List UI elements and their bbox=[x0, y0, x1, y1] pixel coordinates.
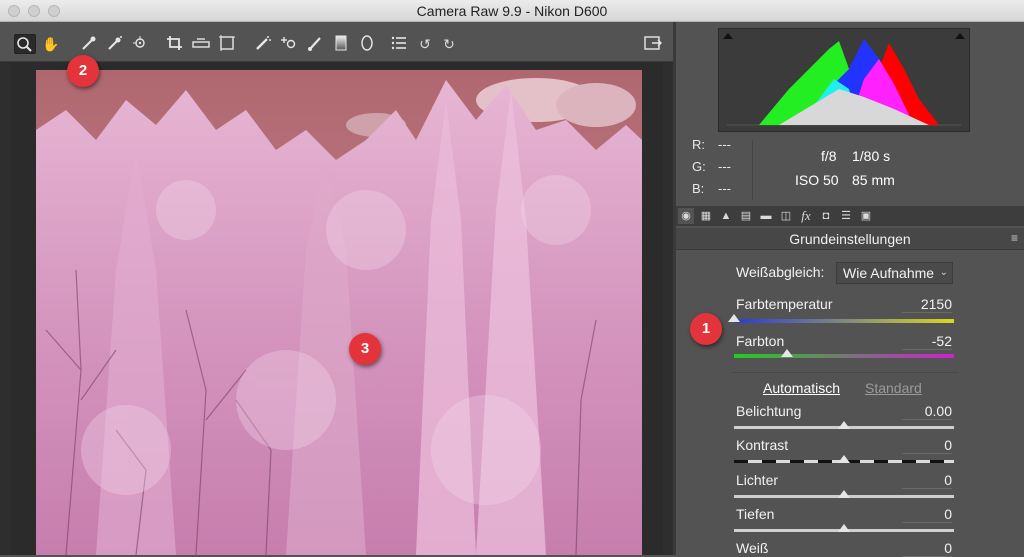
tint-value[interactable]: -52 bbox=[902, 333, 952, 350]
split-toning-icon[interactable]: ▬ bbox=[758, 208, 774, 224]
fx-icon[interactable]: fx bbox=[798, 208, 814, 224]
exposure-value[interactable]: 0.00 bbox=[902, 403, 952, 420]
whites-value[interactable]: 0 bbox=[902, 540, 952, 557]
red-eye-icon[interactable] bbox=[278, 34, 300, 54]
contrast-label: Kontrast bbox=[736, 437, 789, 453]
highlights-label: Lichter bbox=[736, 472, 779, 488]
panel-tabs: ◉ ▦ ▲ ▤ ▬ ◫ fx ◘ ☰ ▣ bbox=[676, 206, 1024, 226]
shadows-thumb[interactable] bbox=[838, 524, 850, 532]
b-label: B: bbox=[692, 181, 705, 196]
auto-link[interactable]: Automatisch bbox=[763, 380, 840, 396]
temperature-label: Farbtemperatur bbox=[736, 296, 833, 312]
info-separator bbox=[752, 140, 753, 200]
rotate-cw-icon[interactable]: ↻ bbox=[438, 34, 460, 54]
tint-label: Farbton bbox=[736, 333, 785, 349]
tone-curve-icon[interactable]: ▦ bbox=[698, 208, 714, 224]
temperature-thumb[interactable] bbox=[728, 314, 740, 322]
contrast-thumb[interactable] bbox=[838, 455, 850, 463]
snapshots-icon[interactable]: ▣ bbox=[858, 208, 874, 224]
infrared-forest-photo[interactable] bbox=[36, 70, 642, 555]
crop-icon[interactable] bbox=[164, 34, 186, 54]
camera-raw-window: Camera Raw 9.9 - Nikon D600 ✋ ↺ ↻ R: ---… bbox=[0, 0, 1024, 557]
white-balance-label: Weißabgleich: bbox=[736, 264, 825, 280]
adjustments-panel: R: --- G: --- B: --- f/8 1/80 s ISO 50 8… bbox=[676, 22, 1024, 557]
toggle-fullscreen-icon[interactable] bbox=[642, 34, 664, 54]
whites-label: Weiß bbox=[736, 540, 769, 556]
transform-icon[interactable] bbox=[216, 34, 238, 54]
highlights-value[interactable]: 0 bbox=[902, 472, 952, 489]
window-title: Camera Raw 9.9 - Nikon D600 bbox=[416, 3, 608, 19]
title-bar: Camera Raw 9.9 - Nikon D600 bbox=[0, 0, 1024, 22]
contrast-value[interactable]: 0 bbox=[902, 437, 952, 454]
aperture: f/8 bbox=[821, 148, 837, 164]
graduated-filter-icon[interactable] bbox=[330, 34, 352, 54]
exposure-thumb[interactable] bbox=[838, 421, 850, 429]
detail-icon[interactable]: ▲ bbox=[718, 208, 734, 224]
temperature-slider[interactable] bbox=[734, 319, 954, 323]
b-value: --- bbox=[718, 181, 731, 196]
panel-menu-icon[interactable]: ≡ bbox=[1011, 232, 1018, 244]
exposure-label: Belichtung bbox=[736, 403, 802, 419]
tint-thumb[interactable] bbox=[780, 349, 793, 357]
tint-slider[interactable] bbox=[734, 354, 954, 358]
targeted-adjustment-icon[interactable] bbox=[130, 34, 152, 54]
straighten-icon[interactable] bbox=[190, 34, 212, 54]
zoom-icon[interactable] bbox=[14, 34, 36, 54]
color-sampler-icon[interactable] bbox=[104, 34, 126, 54]
default-link[interactable]: Standard bbox=[865, 380, 922, 396]
preferences-icon[interactable] bbox=[388, 34, 410, 54]
callout-badge-1: 1 bbox=[690, 313, 722, 345]
lens-icon[interactable]: ◫ bbox=[778, 208, 794, 224]
radial-filter-icon[interactable] bbox=[356, 34, 378, 54]
image-preview-frame bbox=[10, 63, 663, 555]
g-value: --- bbox=[718, 159, 731, 174]
white-balance-icon[interactable] bbox=[78, 34, 100, 54]
shutter-speed: 1/80 s bbox=[852, 148, 891, 164]
highlights-thumb[interactable] bbox=[838, 490, 850, 498]
shadows-label: Tiefen bbox=[736, 506, 775, 522]
shadows-value[interactable]: 0 bbox=[902, 506, 952, 523]
camera-calibration-icon[interactable]: ◘ bbox=[818, 208, 834, 224]
preview-area: ✋ ↺ ↻ bbox=[0, 22, 673, 555]
image-info: R: --- G: --- B: --- f/8 1/80 s ISO 50 8… bbox=[676, 132, 1024, 204]
white-balance-select[interactable]: Wie Aufnahme ⌄ bbox=[836, 262, 953, 284]
panel-title: Grundeinstellungen bbox=[789, 231, 911, 247]
tool-bar: ✋ ↺ ↻ bbox=[0, 22, 673, 62]
temperature-value[interactable]: 2150 bbox=[902, 296, 952, 313]
hsl-icon[interactable]: ▤ bbox=[738, 208, 754, 224]
callout-badge-2: 2 bbox=[67, 55, 99, 87]
focal-length: 85 mm bbox=[852, 172, 895, 188]
panel-header: Grundeinstellungen ≡ bbox=[676, 228, 1024, 250]
chevron-down-icon: ⌄ bbox=[939, 267, 948, 278]
adjustment-brush-icon[interactable] bbox=[304, 34, 326, 54]
basic-icon[interactable]: ◉ bbox=[678, 208, 694, 224]
presets-icon[interactable]: ☰ bbox=[838, 208, 854, 224]
rotate-ccw-icon[interactable]: ↺ bbox=[414, 34, 436, 54]
spot-removal-icon[interactable] bbox=[252, 34, 274, 54]
hand-icon[interactable]: ✋ bbox=[40, 34, 62, 54]
r-label: R: bbox=[692, 137, 705, 152]
r-value: --- bbox=[718, 137, 731, 152]
histogram bbox=[718, 28, 970, 132]
white-balance-value: Wie Aufnahme bbox=[843, 265, 935, 281]
g-label: G: bbox=[692, 159, 706, 174]
callout-badge-3: 3 bbox=[349, 333, 381, 365]
section-divider bbox=[732, 372, 958, 373]
iso: ISO 50 bbox=[795, 172, 839, 188]
